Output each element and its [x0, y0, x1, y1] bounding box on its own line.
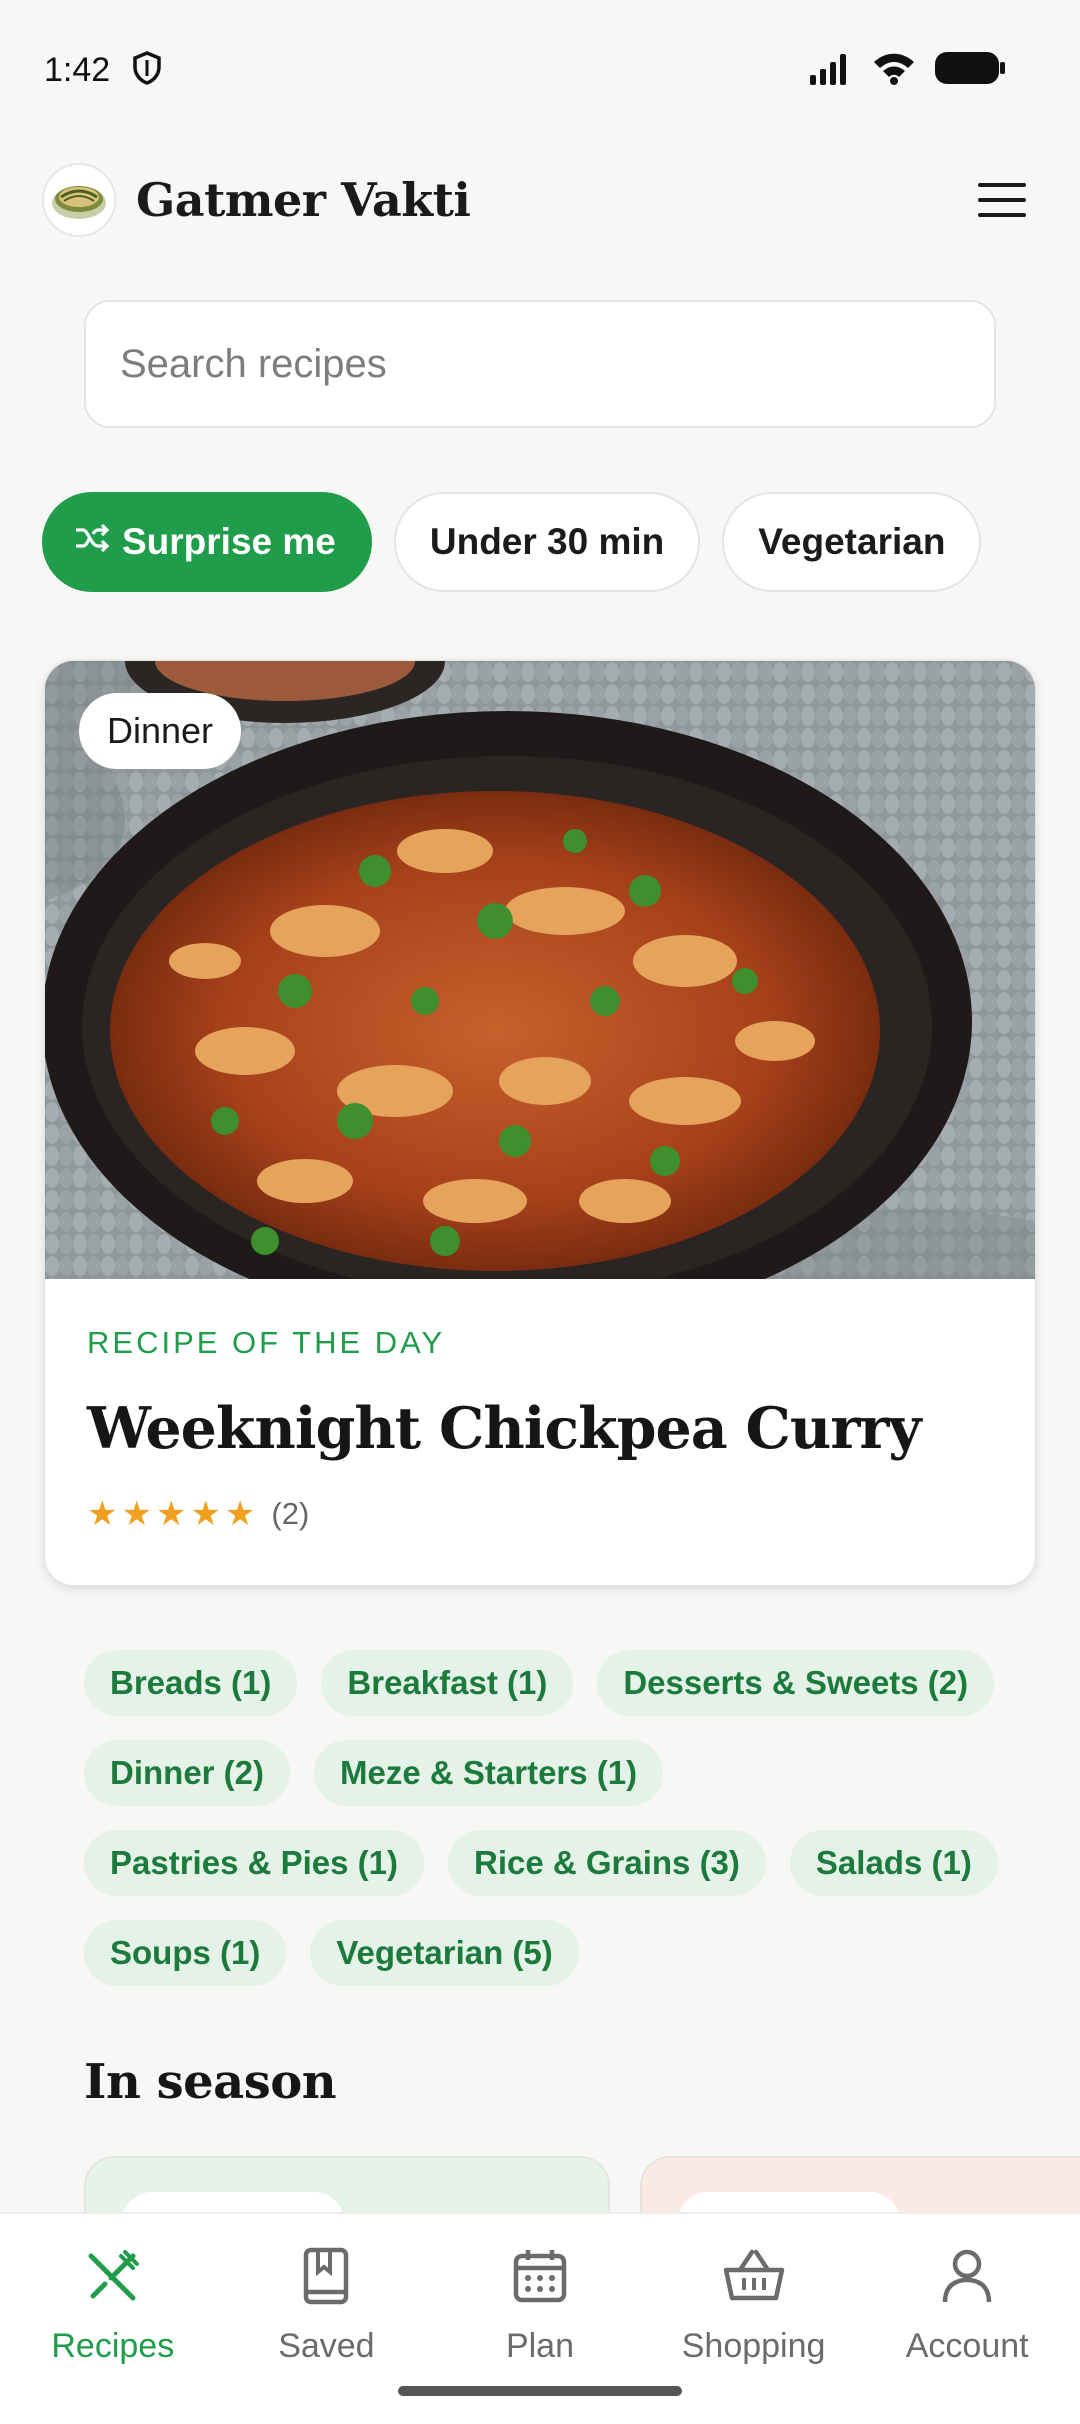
category-chip[interactable]: Dinner (2): [84, 1740, 291, 1806]
category-chip[interactable]: Desserts & Sweets (2): [597, 1650, 995, 1716]
recipe-title: Weeknight Chickpea Curry: [87, 1395, 922, 1462]
shuffle-icon: [74, 521, 110, 563]
recipe-of-the-day-card[interactable]: Dinner RECIPE OF THE DAY Weeknight Chick…: [44, 660, 1036, 1586]
book-icon: [294, 2244, 358, 2317]
surprise-me-button[interactable]: Surprise me: [42, 492, 372, 592]
season-card[interactable]: [84, 2156, 610, 2216]
rating-count: (2): [271, 1496, 310, 1531]
meal-type-badge: Dinner: [79, 693, 242, 769]
logo-icon: [42, 163, 116, 237]
app-header: Gatmer Vakti: [0, 155, 1080, 245]
in-season-heading: In season: [84, 2054, 337, 2110]
category-chips: Breads (1) Breakfast (1) Desserts & Swee…: [84, 1650, 1014, 1986]
wifi-icon: [872, 51, 916, 90]
status-left: 1:42: [44, 51, 162, 90]
star-rating-icon: ★★★★★: [87, 1495, 260, 1533]
category-chip[interactable]: Rice & Grains (3): [447, 1830, 766, 1896]
nav-label: Recipes: [51, 2327, 175, 2365]
menu-icon: [978, 183, 1026, 187]
status-right: [808, 50, 1006, 91]
season-card[interactable]: [640, 2156, 1080, 2216]
person-icon: [935, 2244, 999, 2317]
nav-label: Shopping: [681, 2327, 826, 2365]
basket-icon: [722, 2244, 786, 2317]
surprise-me-label: Surprise me: [122, 521, 336, 562]
recipe-rating: ★★★★★ (2): [87, 1494, 993, 1534]
in-season-carousel: [84, 2156, 1080, 2216]
search-input[interactable]: [120, 341, 960, 387]
category-chip[interactable]: Pastries & Pies (1): [84, 1830, 424, 1896]
quick-filter-row: Surprise me Under 30 min Vegetarian: [42, 492, 982, 592]
home-indicator[interactable]: [398, 2386, 682, 2396]
nav-label: Account: [905, 2327, 1029, 2365]
nav-label: Plan: [505, 2327, 575, 2365]
calendar-icon: [508, 2244, 572, 2317]
filter-label: Vegetarian: [758, 521, 946, 562]
search-box: [84, 300, 996, 428]
menu-icon-line: [978, 198, 1026, 202]
app-name: Gatmer Vakti: [136, 173, 471, 227]
shield-icon: [132, 50, 162, 90]
brand[interactable]: Gatmer Vakti: [42, 163, 471, 237]
battery-icon: [934, 50, 1006, 91]
nav-label: Saved: [278, 2327, 375, 2365]
recipe-of-the-day-label: RECIPE OF THE DAY: [87, 1325, 446, 1360]
filter-label: Under 30 min: [429, 521, 665, 562]
category-chip[interactable]: Salads (1): [789, 1830, 998, 1896]
status-time: 1:42: [44, 50, 111, 89]
status-bar: 1:42: [0, 0, 1080, 140]
menu-icon-line: [978, 213, 1026, 217]
utensils-icon: [81, 2244, 145, 2317]
category-chip[interactable]: Soups (1): [84, 1920, 287, 1986]
filter-vegetarian[interactable]: Vegetarian: [722, 492, 982, 592]
category-chip[interactable]: Breakfast (1): [321, 1650, 574, 1716]
filter-under-30-min[interactable]: Under 30 min: [393, 492, 701, 592]
recipe-image: Dinner: [45, 661, 1035, 1279]
category-chip[interactable]: Breads (1): [84, 1650, 298, 1716]
nav-recipes[interactable]: Recipes: [8, 2214, 218, 2424]
menu-button[interactable]: [978, 170, 1038, 230]
category-chip[interactable]: Vegetarian (5): [310, 1920, 579, 1986]
recipe-card-body: RECIPE OF THE DAY Weeknight Chickpea Cur…: [45, 1279, 1035, 1534]
signal-icon: [808, 51, 854, 90]
nav-account[interactable]: Account: [862, 2214, 1072, 2424]
category-chip[interactable]: Meze & Starters (1): [314, 1740, 664, 1806]
